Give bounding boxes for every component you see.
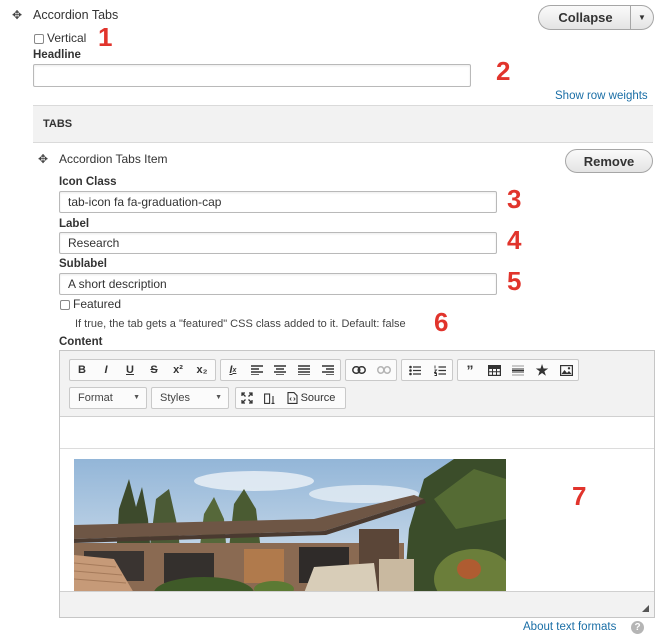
remove-label: Remove [583, 153, 635, 169]
headline-input[interactable] [33, 64, 471, 87]
sublabel-field-label: Sublabel [59, 258, 107, 270]
list-group [401, 359, 453, 381]
collapse-label: Collapse [558, 10, 613, 25]
blockquote-icon[interactable]: ” [458, 360, 482, 380]
editor-content-area[interactable]: 7 [60, 417, 654, 591]
italic-button[interactable]: I [94, 360, 118, 380]
editor-empty-paragraph[interactable] [60, 417, 654, 449]
item-drag-handle-icon[interactable]: ✥ [38, 153, 48, 165]
vertical-checkbox[interactable] [34, 34, 44, 44]
format-dropdown[interactable]: Format ▼ [69, 387, 147, 409]
resize-handle-icon[interactable] [642, 605, 649, 612]
drag-handle-icon[interactable]: ✥ [12, 9, 22, 21]
building-photo-image [74, 459, 506, 591]
basic-styles-group: B I U S x² x₂ [69, 359, 216, 381]
featured-description: If true, the tab gets a "featured" CSS c… [75, 318, 406, 330]
numbered-list-icon[interactable] [427, 360, 452, 380]
format-caret-icon: ▼ [133, 394, 140, 401]
icon-class-label: Icon Class [59, 176, 117, 188]
annotation-4: 4 [507, 225, 522, 255]
show-row-weights-link[interactable]: Show row weights [555, 90, 648, 102]
remove-button[interactable]: Remove [565, 149, 653, 173]
format-dropdown-label: Format [78, 392, 113, 404]
icon-class-input[interactable]: tab-icon fa fa-graduation-cap [59, 191, 497, 213]
styles-caret-icon: ▼ [215, 394, 222, 401]
star-icon[interactable]: ★ [530, 360, 554, 380]
rich-text-editor: B I U S x² x₂ Ix ” ★ Format ▼ Styles ▼ S… [59, 350, 655, 618]
styles-dropdown-label: Styles [160, 392, 190, 404]
align-center-icon[interactable] [269, 360, 293, 380]
source-label: Source [300, 392, 336, 404]
annotation-1: 1 [98, 22, 113, 52]
annotation-2: 2 [496, 56, 511, 86]
vertical-label: Vertical [47, 31, 87, 45]
link-group [345, 359, 397, 381]
align-right-icon[interactable] [316, 360, 340, 380]
show-blocks-icon[interactable] [258, 388, 280, 408]
annotation-6: 6 [434, 307, 449, 337]
align-left-icon[interactable] [245, 360, 269, 380]
content-label: Content [59, 336, 103, 348]
headline-label: Headline [33, 49, 81, 61]
subscript-button[interactable]: x₂ [190, 360, 214, 380]
collapse-dropdown-toggle[interactable]: ▼ [630, 5, 654, 30]
horizontal-rule-icon[interactable] [506, 360, 530, 380]
source-button[interactable]: Source [280, 388, 342, 408]
link-icon[interactable] [346, 360, 371, 380]
styles-dropdown[interactable]: Styles ▼ [151, 387, 229, 409]
insert-group: ” ★ [457, 359, 579, 381]
tools-group: Source [235, 387, 346, 409]
annotation-5: 5 [507, 266, 522, 296]
superscript-button[interactable]: x² [166, 360, 190, 380]
sublabel-input[interactable]: A short description [59, 273, 497, 295]
annotation-3: 3 [507, 184, 522, 214]
about-text-formats-link[interactable]: About text formats [523, 621, 616, 633]
table-icon[interactable] [482, 360, 506, 380]
format-align-group: Ix [220, 359, 341, 381]
strikethrough-button[interactable]: S [142, 360, 166, 380]
tabs-header-bar: TABS [33, 105, 653, 143]
maximize-icon[interactable] [236, 388, 258, 408]
featured-checkbox[interactable] [60, 300, 70, 310]
collapse-split-button: Collapse ▼ [538, 5, 654, 30]
item-title: Accordion Tabs Item [59, 152, 168, 166]
annotation-7: 7 [572, 481, 587, 511]
featured-label: Featured [73, 297, 122, 311]
remove-format-button[interactable]: Ix [221, 360, 245, 380]
building-photo[interactable] [74, 459, 506, 591]
unlink-icon[interactable] [371, 360, 396, 380]
paragraph-title: Accordion Tabs [33, 8, 119, 22]
align-justify-icon[interactable] [292, 360, 316, 380]
bold-button[interactable]: B [70, 360, 94, 380]
label-field-label: Label [59, 218, 90, 230]
toolbar-row-1: B I U S x² x₂ Ix ” ★ [69, 359, 649, 381]
editor-toolbar: B I U S x² x₂ Ix ” ★ Format ▼ Styles ▼ S… [60, 351, 654, 417]
help-icon[interactable]: ? [631, 621, 644, 634]
label-input[interactable]: Research [59, 232, 497, 254]
tabs-header-label: TABS [43, 118, 73, 130]
bulleted-list-icon[interactable] [402, 360, 427, 380]
toolbar-row-2: Format ▼ Styles ▼ Source [69, 387, 649, 409]
source-icon [287, 392, 298, 404]
editor-status-bar [60, 591, 654, 617]
collapse-button[interactable]: Collapse [538, 5, 632, 30]
image-icon[interactable] [554, 360, 578, 380]
underline-button[interactable]: U [118, 360, 142, 380]
caret-down-icon: ▼ [638, 13, 646, 22]
